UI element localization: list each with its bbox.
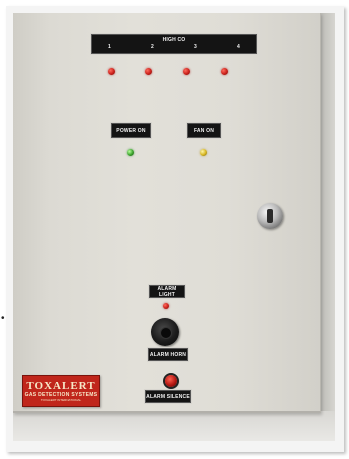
edge-dot: •: [1, 313, 5, 324]
alarm-horn-plate: ALARM HORN: [148, 348, 188, 361]
high-co-plate: HIGH CO 1 2 3 4: [91, 34, 257, 54]
high-co-title: HIGH CO: [162, 37, 186, 43]
photo-frame: HIGH CO 1 2 3 4 POWER ON FAN ON ALARM LI…: [0, 0, 349, 459]
zone-number-3: 3: [194, 44, 197, 50]
zone-4-led: [221, 68, 228, 75]
alarm-light-label: ALARM LIGHT: [157, 285, 177, 298]
alarm-light-led: [163, 303, 169, 309]
zone-number-1: 1: [108, 44, 111, 50]
zone-3-led: [183, 68, 190, 75]
zone-2-led: [145, 68, 152, 75]
brand-name: TOXALERT: [26, 379, 96, 392]
key-switch[interactable]: [257, 203, 283, 229]
zone-numbers: 1 2 3 4: [108, 44, 240, 50]
power-on-led: [127, 149, 134, 156]
power-on-label: POWER ON: [116, 127, 146, 134]
floor: [13, 411, 335, 441]
fan-on-led: [200, 149, 207, 156]
zone-1-led: [108, 68, 115, 75]
alarm-light-plate: ALARM LIGHT: [149, 285, 185, 298]
fan-on-plate: FAN ON: [187, 123, 221, 138]
backdrop-wall: [321, 13, 335, 441]
alarm-horn-label: ALARM HORN: [149, 351, 187, 358]
zone-number-4: 4: [237, 44, 240, 50]
brand-fine-print: TOXALERT INTERNATIONAL: [40, 397, 82, 402]
alarm-horn: [151, 318, 179, 346]
brand-plate: TOXALERT GAS DETECTION SYSTEMS TOXALERT …: [22, 375, 100, 407]
alarm-silence-label: ALARM SILENCE: [146, 393, 190, 400]
alarm-silence-plate: ALARM SILENCE: [145, 390, 191, 403]
alarm-silence-button[interactable]: [165, 375, 177, 387]
photo: HIGH CO 1 2 3 4 POWER ON FAN ON ALARM LI…: [13, 13, 335, 441]
fan-on-label: FAN ON: [193, 127, 215, 134]
power-on-plate: POWER ON: [111, 123, 151, 138]
control-panel: HIGH CO 1 2 3 4 POWER ON FAN ON ALARM LI…: [13, 13, 321, 413]
zone-number-2: 2: [151, 44, 154, 50]
